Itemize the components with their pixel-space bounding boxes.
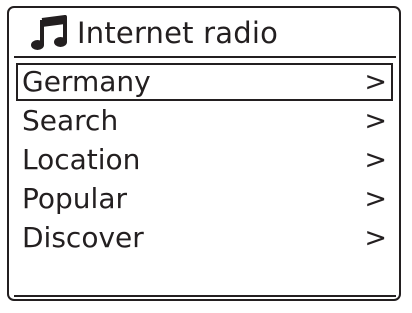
- menu-item-label: Germany: [22, 65, 151, 98]
- submenu-arrow-icon: >: [364, 66, 387, 98]
- menu-item-label: Search: [22, 104, 119, 137]
- submenu-arrow-icon: >: [364, 222, 387, 254]
- submenu-arrow-icon: >: [364, 144, 387, 176]
- music-note-icon: [31, 15, 71, 51]
- menu-item-label: Discover: [22, 221, 144, 254]
- station-menu: Germany > Search > Location > Popular > …: [16, 63, 393, 258]
- screen-title: Internet radio: [77, 15, 279, 50]
- menu-item-germany[interactable]: Germany >: [16, 63, 393, 101]
- radio-display: Internet radio Germany > Search > Locati…: [7, 6, 401, 301]
- menu-item-search[interactable]: Search >: [16, 102, 393, 140]
- header-divider: [14, 56, 396, 58]
- submenu-arrow-icon: >: [364, 105, 387, 137]
- display-header: Internet radio: [31, 12, 278, 54]
- menu-item-location[interactable]: Location >: [16, 141, 393, 179]
- footer-divider: [14, 295, 396, 297]
- menu-item-label: Popular: [22, 182, 127, 215]
- menu-item-discover[interactable]: Discover >: [16, 219, 393, 257]
- menu-item-popular[interactable]: Popular >: [16, 180, 393, 218]
- submenu-arrow-icon: >: [364, 183, 387, 215]
- menu-item-label: Location: [22, 143, 141, 176]
